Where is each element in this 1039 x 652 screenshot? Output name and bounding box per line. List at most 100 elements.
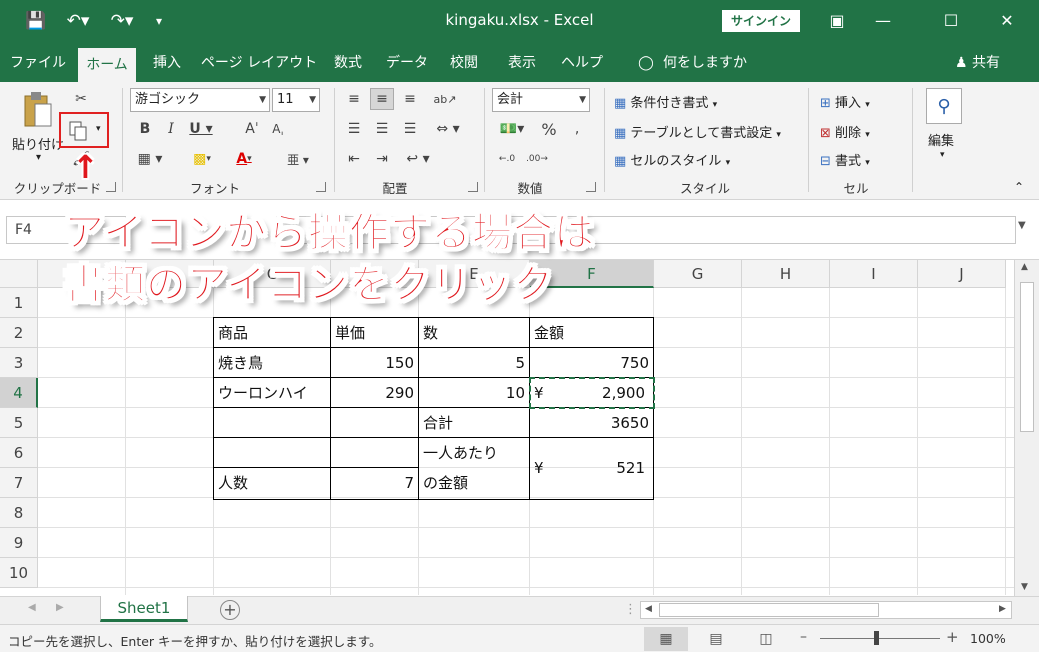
cell-d4[interactable]: 290 (331, 378, 418, 408)
cell-d7[interactable]: 7 (331, 468, 418, 498)
percent-style-button[interactable]: % (538, 118, 560, 140)
signin-button[interactable]: サインイン (722, 10, 800, 32)
cell-c2[interactable]: 商品 (214, 318, 330, 348)
align-center-icon[interactable]: ☰ (370, 118, 394, 140)
insert-cells-button[interactable]: ⊞ 挿入 ▾ (820, 92, 870, 111)
decrease-indent-icon[interactable]: ⇤ (342, 148, 366, 170)
maximize-icon[interactable]: ☐ (928, 6, 974, 36)
increase-font-icon[interactable]: Aˈ (240, 118, 264, 140)
number-format-select[interactable]: 会計 ▼ (492, 88, 590, 112)
tab-insert[interactable]: 挿入 (142, 44, 192, 82)
font-launcher-icon[interactable] (316, 182, 326, 192)
underline-icon[interactable]: U ▾ (186, 118, 216, 140)
vertical-scroll-thumb[interactable] (1020, 282, 1034, 432)
zoom-slider[interactable] (820, 638, 940, 639)
zoom-level[interactable]: 100% (970, 631, 1006, 646)
cell-e6[interactable]: 一人あたり (419, 438, 529, 468)
row-header-1[interactable]: 1 (0, 288, 38, 318)
scroll-right-icon[interactable]: ▶ (999, 604, 1006, 614)
column-header-i[interactable]: I (830, 260, 918, 288)
worksheet-grid[interactable]: A B C D E F G H I J 1 2 3 4 5 6 7 8 9 10… (0, 260, 1014, 595)
row-header-7[interactable]: 7 (0, 468, 38, 498)
font-size-select[interactable]: 11 ▼ (272, 88, 320, 112)
align-middle-icon[interactable]: ≡ (370, 88, 394, 110)
scroll-down-icon[interactable]: ▼ (1021, 582, 1028, 592)
zoom-in-icon[interactable]: + (946, 628, 959, 646)
phonetic-icon[interactable]: 亜 ▾ (282, 148, 314, 170)
align-top-icon[interactable]: ≡ (342, 88, 366, 110)
prev-sheet-icon[interactable]: ◀ (28, 602, 36, 613)
close-icon[interactable]: ✕ (984, 6, 1030, 36)
font-name-select[interactable]: 游ゴシック ▼ (130, 88, 270, 112)
vertical-scrollbar[interactable]: ▲ ▼ (1014, 260, 1039, 596)
font-color-icon[interactable]: A ▾ (228, 148, 260, 170)
cell-c7[interactable]: 人数 (214, 468, 330, 498)
share-button[interactable]: ♟ 共有 (955, 44, 1000, 82)
conditional-formatting-button[interactable]: ▦ 条件付き書式 ▾ (614, 92, 717, 111)
tab-home[interactable]: ホーム (78, 48, 136, 82)
column-header-j[interactable]: J (918, 260, 1006, 288)
alignment-launcher-icon[interactable] (468, 182, 478, 192)
italic-icon[interactable]: I (160, 118, 182, 140)
bold-icon[interactable]: B (134, 118, 156, 140)
scroll-up-icon[interactable]: ▲ (1021, 262, 1028, 272)
align-left-icon[interactable]: ☰ (342, 118, 366, 140)
tab-splitter-icon[interactable]: ⋮ (624, 602, 637, 617)
paste-icon[interactable] (20, 88, 56, 132)
row-header-9[interactable]: 9 (0, 528, 38, 558)
collapse-ribbon-icon[interactable]: ⌃ (1014, 180, 1024, 194)
cell-e3[interactable]: 5 (419, 348, 529, 378)
editing-dropdown-icon[interactable]: ▾ (940, 150, 945, 160)
increase-indent-icon[interactable]: ⇥ (370, 148, 394, 170)
border-icon[interactable]: ▦ ▾ (134, 148, 166, 170)
decrease-decimal-icon[interactable]: .00→ (524, 148, 550, 170)
wrap-text-icon[interactable]: ↩ ▾ (400, 148, 436, 170)
search-icon[interactable]: ⚲ (926, 88, 962, 124)
cell-e2[interactable]: 数 (419, 318, 529, 348)
normal-view-icon[interactable]: ▦ (644, 627, 688, 651)
ribbon-display-options-icon[interactable]: ▣ (814, 6, 860, 36)
tell-me-search[interactable]: 何をしますか (660, 44, 750, 82)
cell-f2[interactable]: 金額 (530, 318, 653, 348)
format-cells-button[interactable]: ⊟ 書式 ▾ (820, 150, 870, 169)
row-header-5[interactable]: 5 (0, 408, 38, 438)
cut-icon[interactable]: ✂ (70, 88, 92, 110)
zoom-out-icon[interactable]: – (800, 629, 807, 645)
paste-dropdown-icon[interactable]: ▾ (36, 152, 41, 163)
fill-color-icon[interactable]: ▩ ▾ (186, 148, 218, 170)
add-sheet-icon[interactable]: + (220, 600, 240, 620)
number-launcher-icon[interactable] (586, 182, 596, 192)
select-all-corner[interactable] (0, 260, 38, 288)
next-sheet-icon[interactable]: ▶ (56, 602, 64, 613)
decrease-font-icon[interactable]: Aˌ (266, 118, 290, 140)
format-as-table-button[interactable]: ▦ テーブルとして書式設定 ▾ (614, 122, 781, 141)
row-header-2[interactable]: 2 (0, 318, 38, 348)
tab-page-layout[interactable]: ページ レイアウト (200, 44, 318, 82)
cell-e4[interactable]: 10 (419, 378, 529, 408)
tab-formulas[interactable]: 数式 (326, 44, 370, 82)
tab-view[interactable]: 表示 (500, 44, 544, 82)
sheet-tab-sheet1[interactable]: Sheet1 (100, 596, 188, 622)
cell-c4[interactable]: ウーロンハイ (214, 378, 330, 408)
delete-cells-button[interactable]: ⊠ 削除 ▾ (820, 122, 870, 141)
row-header-8[interactable]: 8 (0, 498, 38, 528)
zoom-slider-thumb[interactable] (874, 631, 879, 645)
comma-style-icon[interactable]: ‚ (566, 118, 588, 140)
clipboard-launcher-icon[interactable] (106, 182, 116, 192)
cell-d2[interactable]: 単価 (331, 318, 418, 348)
orientation-icon[interactable]: ab↗ (430, 88, 460, 110)
row-header-4[interactable]: 4 (0, 378, 38, 408)
row-header-6[interactable]: 6 (0, 438, 38, 468)
cell-f6[interactable]: ¥ 521 (530, 453, 653, 483)
cell-c3[interactable]: 焼き鳥 (214, 348, 330, 378)
align-bottom-icon[interactable]: ≡ (398, 88, 422, 110)
minimize-icon[interactable]: — (860, 6, 906, 36)
editing-button[interactable]: 編集 (928, 130, 954, 149)
page-break-view-icon[interactable]: ◫ (744, 627, 788, 651)
cell-d3[interactable]: 150 (331, 348, 418, 378)
expand-formula-bar-icon[interactable]: ▼ (1018, 220, 1026, 231)
align-right-icon[interactable]: ☰ (398, 118, 422, 140)
scroll-left-icon[interactable]: ◀ (645, 604, 652, 614)
tab-data[interactable]: データ (380, 44, 434, 82)
page-layout-view-icon[interactable]: ▤ (694, 627, 738, 651)
